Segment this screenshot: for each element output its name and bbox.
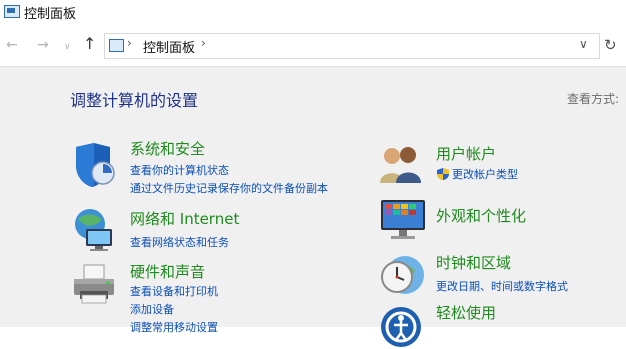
link-view-computer-status[interactable]: 查看你的计算机状态 bbox=[130, 162, 229, 178]
control-panel-icon bbox=[109, 39, 124, 52]
back-button[interactable]: ← bbox=[6, 35, 18, 55]
address-history-dropdown[interactable]: ∨ bbox=[579, 37, 588, 51]
up-button[interactable]: ↑ bbox=[83, 34, 96, 54]
link-file-history-backup[interactable]: 通过文件历史记录保存你的文件备份副本 bbox=[130, 180, 328, 196]
control-panel-icon bbox=[4, 5, 20, 18]
link-change-account-type[interactable]: 更改帐户类型 bbox=[436, 166, 518, 182]
link-add-device[interactable]: 添加设备 bbox=[130, 301, 174, 317]
category-title-user-accounts[interactable]: 用户帐户 bbox=[436, 143, 496, 164]
link-view-devices-printers[interactable]: 查看设备和打印机 bbox=[130, 283, 218, 299]
control-panel-content: 调整计算机的设置 查看方式: 系统和安全 查看你的计算机状态 通过文件历史记录保… bbox=[0, 67, 626, 347]
monitor-icon bbox=[381, 200, 425, 239]
category-title-appearance[interactable]: 外观和个性化 bbox=[436, 205, 526, 226]
category-title-network-internet[interactable]: 网络和 Internet bbox=[130, 208, 239, 229]
view-by-label: 查看方式: bbox=[567, 92, 620, 106]
network-icon bbox=[75, 209, 112, 251]
users-icon bbox=[380, 147, 421, 183]
page-title: 调整计算机的设置 bbox=[70, 91, 199, 110]
clock-globe-icon bbox=[381, 256, 424, 294]
forward-button[interactable]: → bbox=[37, 35, 49, 55]
title-bar: 控制面板 bbox=[0, 0, 626, 26]
category-title-hardware-sound[interactable]: 硬件和声音 bbox=[130, 261, 205, 282]
window-title: 控制面板 bbox=[24, 7, 77, 22]
category-title-ease-of-access[interactable]: 轻松使用 bbox=[436, 302, 496, 323]
breadcrumb-separator[interactable]: › bbox=[201, 36, 206, 50]
accessibility-icon bbox=[381, 307, 421, 347]
category-title-clock-region[interactable]: 时钟和区域 bbox=[436, 252, 511, 273]
breadcrumb-control-panel[interactable]: 控制面板 bbox=[143, 37, 195, 56]
recent-locations-button[interactable]: ∨ bbox=[64, 37, 71, 57]
link-change-date-time-format[interactable]: 更改日期、时间或数字格式 bbox=[436, 278, 568, 294]
category-title-system-security[interactable]: 系统和安全 bbox=[130, 138, 205, 159]
breadcrumb-separator[interactable]: › bbox=[127, 36, 132, 50]
link-change-account-type-label: 更改帐户类型 bbox=[452, 168, 518, 181]
shield-icon bbox=[76, 143, 115, 187]
uac-shield-icon bbox=[437, 168, 449, 180]
refresh-button[interactable]: ↻ bbox=[604, 36, 617, 54]
navigation-bar: ← → ∨ ↑ › 控制面板 › ∨ ↻ bbox=[0, 26, 626, 67]
link-mobility-settings[interactable]: 调整常用移动设置 bbox=[130, 319, 218, 335]
printer-icon bbox=[74, 264, 114, 304]
link-view-network-status[interactable]: 查看网络状态和任务 bbox=[130, 234, 229, 250]
address-bar[interactable]: › 控制面板 › ∨ bbox=[104, 33, 600, 59]
